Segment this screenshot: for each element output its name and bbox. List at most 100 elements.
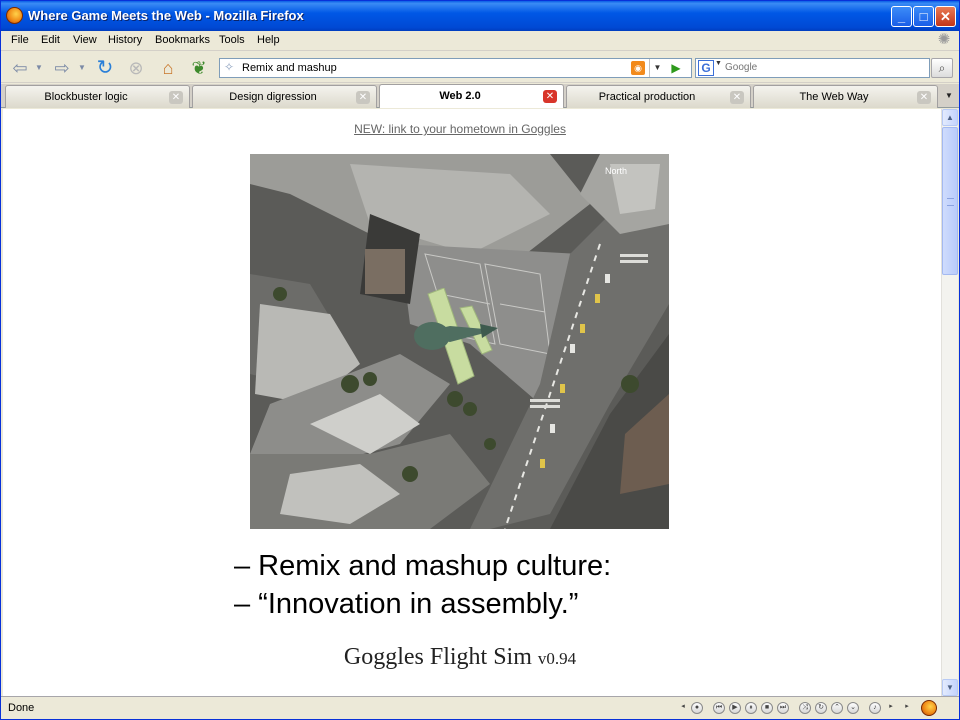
page-icon: ✧ [224, 60, 235, 74]
tab-bar: Blockbuster logic ✕ Design digression ✕ … [1, 84, 959, 108]
leaf-icon: ❦ [191, 58, 207, 78]
stop-button[interactable]: ⊗ [124, 56, 148, 80]
page-content: NEW: link to your hometown in Goggles No… [3, 109, 941, 696]
status-text: Done [8, 702, 35, 714]
search-engine-icon[interactable]: G [698, 60, 714, 76]
media-up-icon[interactable]: ⌃ [831, 702, 843, 714]
chevron-down-icon: ▼ [653, 63, 662, 72]
magnifier-icon: ⌕ [938, 61, 946, 75]
tab-close-icon[interactable]: ✕ [543, 90, 557, 103]
rss-feed-icon[interactable]: ◉ [631, 61, 645, 75]
media-repeat-icon[interactable]: ↻ [815, 702, 827, 714]
chevron-down-icon: ▼ [945, 91, 953, 100]
play-icon: ▶ [671, 61, 681, 75]
vertical-scrollbar[interactable]: ▲ ▼ [941, 109, 958, 696]
forward-history-dropdown[interactable]: ▼ [76, 56, 88, 80]
scroll-up-button[interactable]: ▲ [942, 109, 958, 126]
menu-bar: File Edit View History Bookmarks Tools H… [1, 31, 959, 51]
chevron-right-icon[interactable]: ▸ [885, 702, 897, 714]
url-history-dropdown[interactable]: ▼ [649, 59, 665, 77]
tab-close-icon[interactable]: ✕ [730, 91, 744, 104]
window-title: Where Game Meets the Web - Mozilla Firef… [28, 8, 304, 23]
menu-file[interactable]: File [11, 34, 29, 46]
caption-title: Goggles Flight Sim [343, 644, 538, 670]
firefox-status-icon[interactable] [921, 700, 937, 716]
home-button[interactable]: ⌂ [156, 56, 180, 80]
tab-web-2-0[interactable]: Web 2.0 ✕ [379, 84, 564, 108]
url-bar[interactable]: ✧ Remix and mashup ◉ ▼ ▶ [219, 58, 692, 78]
forward-button[interactable]: ⇨ [49, 56, 75, 80]
chevron-up-icon: ▲ [946, 113, 954, 122]
tab-practical-production[interactable]: Practical production ✕ [566, 85, 751, 108]
firefox-logo-icon [6, 7, 23, 24]
tab-label: Web 2.0 [439, 90, 481, 102]
caption: Goggles Flight Sim v0.94 [3, 644, 917, 671]
back-history-dropdown[interactable]: ▼ [33, 56, 45, 80]
stop-icon: ⊗ [128, 58, 144, 78]
chevron-down-icon: ▼ [78, 63, 86, 72]
menu-bookmarks[interactable]: Bookmarks [155, 34, 210, 46]
search-button[interactable]: ⌕ [931, 58, 953, 78]
menu-tools[interactable]: Tools [219, 34, 245, 46]
throbber-icon: ✺ [937, 31, 951, 48]
chevron-down-icon: ▼ [35, 63, 43, 72]
menu-edit[interactable]: Edit [41, 34, 60, 46]
back-button[interactable]: ⇦ [7, 56, 33, 80]
tab-close-icon[interactable]: ✕ [169, 91, 183, 104]
media-play-icon[interactable]: ▶ [729, 702, 741, 714]
grip-icon [947, 198, 954, 206]
tab-list-button[interactable]: ▼ [941, 88, 957, 104]
tab-close-icon[interactable]: ✕ [356, 91, 370, 104]
go-button[interactable]: ▶ [669, 61, 683, 75]
hometown-link[interactable]: NEW: link to your hometown in Goggles [3, 122, 917, 136]
tab-label: Blockbuster logic [44, 91, 128, 103]
chevron-left-icon[interactable]: ◂ [677, 702, 689, 714]
menu-help[interactable]: Help [257, 34, 280, 46]
tab-label: The Web Way [799, 91, 869, 103]
scroll-down-button[interactable]: ▼ [942, 679, 958, 696]
navigation-toolbar: ⇦ ▼ ⇨ ▼ ↻ ⊗ ⌂ ❦ ✧ Remix and mashup ◉ ▼ ▶… [1, 52, 959, 83]
chevron-right-icon[interactable]: ▸ [901, 702, 913, 714]
menu-view[interactable]: View [73, 34, 97, 46]
bullet-remix: – Remix and mashup culture: [234, 550, 612, 582]
reload-button[interactable]: ↻ [93, 56, 117, 80]
home-icon: ⌂ [162, 58, 174, 78]
media-volume-icon[interactable]: ♪ [869, 702, 881, 714]
forward-arrow-icon: ⇨ [54, 58, 70, 78]
maximize-button[interactable]: □ [913, 6, 934, 27]
back-arrow-icon: ⇦ [12, 58, 28, 78]
tab-the-web-way[interactable]: The Web Way ✕ [753, 85, 938, 108]
chevron-down-icon[interactable]: ▼ [715, 60, 722, 67]
scroll-thumb[interactable] [942, 127, 958, 275]
media-down-icon[interactable]: ⌄ [847, 702, 859, 714]
media-record-icon[interactable]: ● [691, 702, 703, 714]
slide-bullets: – Remix and mashup culture: – “Innovatio… [234, 547, 611, 623]
reload-icon: ↻ [96, 57, 114, 79]
search-input[interactable] [725, 62, 925, 73]
aerial-map-view[interactable]: North [250, 154, 669, 529]
browser-window: Where Game Meets the Web - Mozilla Firef… [0, 0, 960, 720]
tab-label: Design digression [229, 91, 317, 103]
bullet-innovation: – “Innovation in assembly.” [234, 588, 579, 620]
tab-design-digression[interactable]: Design digression ✕ [192, 85, 377, 108]
biplane-sprite [414, 288, 498, 385]
tab-label: Practical production [598, 91, 696, 103]
media-shuffle-icon[interactable]: ⤨ [799, 702, 811, 714]
map-north-label: North [605, 166, 628, 176]
leaf-button[interactable]: ❦ [187, 56, 211, 80]
caption-version: v0.94 [537, 649, 577, 668]
media-pause-icon[interactable]: ⏸ [745, 702, 757, 714]
minimize-button[interactable]: _ [891, 6, 912, 27]
status-bar: Done ◂ ● ⏮ ▶ ⏸ ■ ⏭ ⤨ ↻ ⌃ ⌄ ♪ ▸ ▸ [1, 696, 959, 719]
tab-blockbuster-logic[interactable]: Blockbuster logic ✕ [5, 85, 190, 108]
url-text[interactable]: Remix and mashup [242, 62, 337, 74]
search-box[interactable]: G ▼ [695, 58, 930, 78]
media-previous-icon[interactable]: ⏮ [713, 702, 725, 714]
chevron-down-icon: ▼ [946, 683, 954, 692]
close-button[interactable]: ✕ [935, 6, 956, 27]
title-bar[interactable]: Where Game Meets the Web - Mozilla Firef… [1, 1, 959, 31]
tab-close-icon[interactable]: ✕ [917, 91, 931, 104]
media-next-icon[interactable]: ⏭ [777, 702, 789, 714]
menu-history[interactable]: History [108, 34, 142, 46]
media-stop-icon[interactable]: ■ [761, 702, 773, 714]
